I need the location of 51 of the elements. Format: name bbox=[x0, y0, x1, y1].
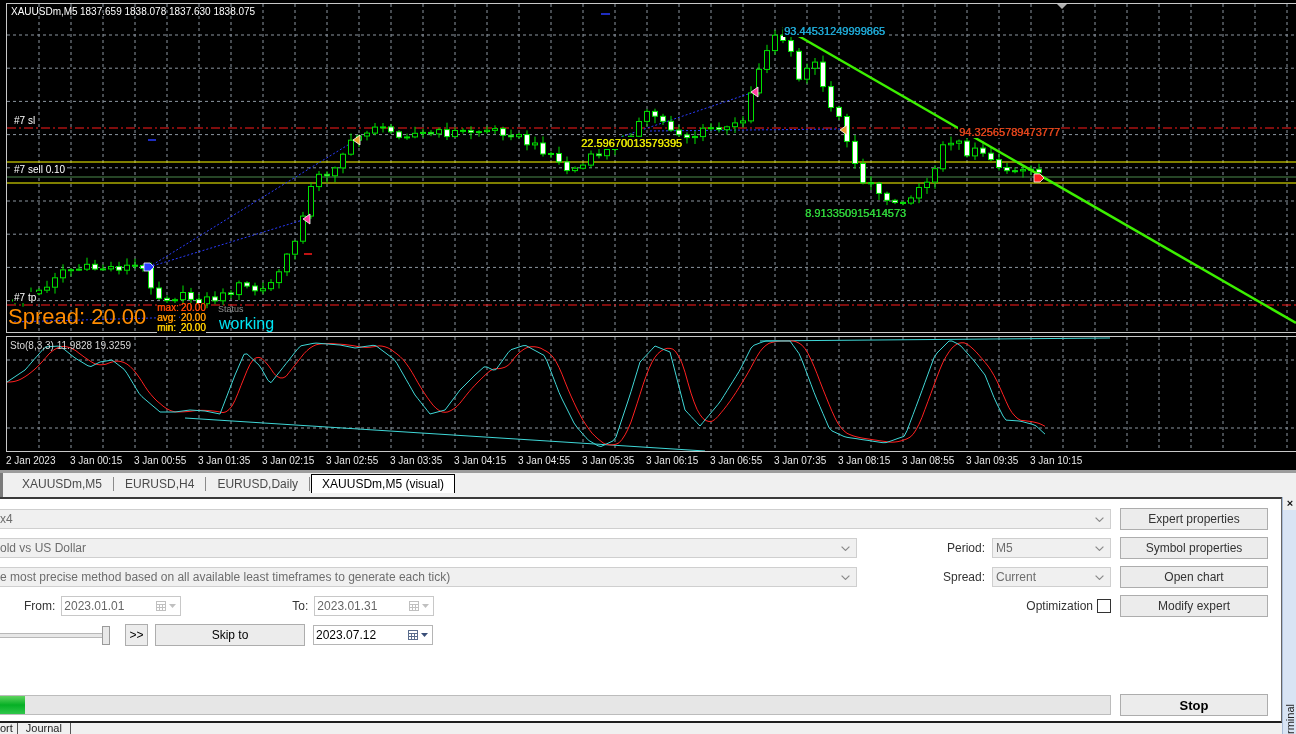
time-axis-label: 3 Jan 02:15 bbox=[262, 455, 315, 467]
chart-tab[interactable]: XAUUSDm,M5 (visual) bbox=[311, 474, 456, 493]
skip-date-field[interactable]: 2023.07.12 bbox=[313, 625, 433, 645]
chevron-down-icon bbox=[1095, 516, 1104, 522]
calendar-icon bbox=[409, 601, 420, 611]
calendar-icon bbox=[156, 601, 167, 611]
time-axis-label: 3 Jan 00:15 bbox=[70, 455, 123, 467]
optimization-checkbox[interactable] bbox=[1097, 599, 1111, 613]
time-axis-label: 3 Jan 09:35 bbox=[966, 455, 1019, 467]
time-axis-label: 3 Jan 05:35 bbox=[582, 455, 635, 467]
panel-tab[interactable]: Journal bbox=[17, 723, 71, 734]
chart-tab[interactable]: EURUSD,H4 bbox=[114, 477, 207, 491]
close-button[interactable]: × bbox=[1283, 497, 1296, 510]
time-axis-label: 3 Jan 04:15 bbox=[454, 455, 507, 467]
chevron-down-icon bbox=[841, 545, 850, 551]
time-axis-label: 3 Jan 06:15 bbox=[646, 455, 699, 467]
from-label: From: bbox=[24, 599, 56, 613]
to-label: To: bbox=[292, 599, 309, 613]
spread-label: Spread: bbox=[942, 570, 985, 584]
time-axis-label: 3 Jan 10:15 bbox=[1030, 455, 1083, 467]
time-axis-label: 3 Jan 08:15 bbox=[838, 455, 891, 467]
fast-forward-button[interactable]: >> bbox=[125, 624, 148, 646]
time-axis-label: 3 Jan 00:55 bbox=[134, 455, 187, 467]
chart-tab[interactable]: EURUSD,Daily bbox=[206, 477, 311, 491]
symbol-properties-button[interactable]: Symbol properties bbox=[1120, 537, 1268, 559]
optimization-label: Optimization bbox=[1026, 599, 1093, 613]
chart-tab[interactable]: XAUUSDm,M5 bbox=[11, 477, 114, 491]
modify-expert-button[interactable]: Modify expert bbox=[1120, 595, 1268, 617]
caret-down-icon bbox=[422, 604, 430, 608]
chevron-down-icon bbox=[841, 574, 850, 580]
expert-properties-button[interactable]: Expert properties bbox=[1120, 508, 1268, 530]
calendar-icon bbox=[408, 630, 418, 640]
chevron-down-icon bbox=[1095, 574, 1104, 580]
panel-tab[interactable]: ort bbox=[0, 723, 18, 734]
period-label: Period: bbox=[946, 541, 985, 555]
time-axis-label: 3 Jan 02:55 bbox=[326, 455, 379, 467]
time-axis-label: 3 Jan 08:55 bbox=[902, 455, 955, 467]
side-panel-tab[interactable]: rminal bbox=[1284, 704, 1296, 734]
skip-to-button[interactable]: Skip to bbox=[155, 624, 305, 646]
slider-thumb[interactable] bbox=[102, 625, 110, 645]
time-axis-label: 2 Jan 2023 bbox=[6, 455, 56, 467]
time-axis-label: 3 Jan 04:55 bbox=[518, 455, 571, 467]
caret-down-icon bbox=[421, 633, 428, 637]
time-axis-label: 3 Jan 03:35 bbox=[390, 455, 443, 467]
time-axis-label: 3 Jan 06:55 bbox=[710, 455, 763, 467]
stop-button[interactable]: Stop bbox=[1120, 694, 1268, 716]
time-axis-label: 3 Jan 07:35 bbox=[774, 455, 827, 467]
time-axis-label: 3 Jan 01:35 bbox=[198, 455, 251, 467]
caret-down-icon bbox=[169, 604, 177, 608]
open-chart-button[interactable]: Open chart bbox=[1120, 566, 1268, 588]
chevron-down-icon bbox=[1095, 545, 1104, 551]
